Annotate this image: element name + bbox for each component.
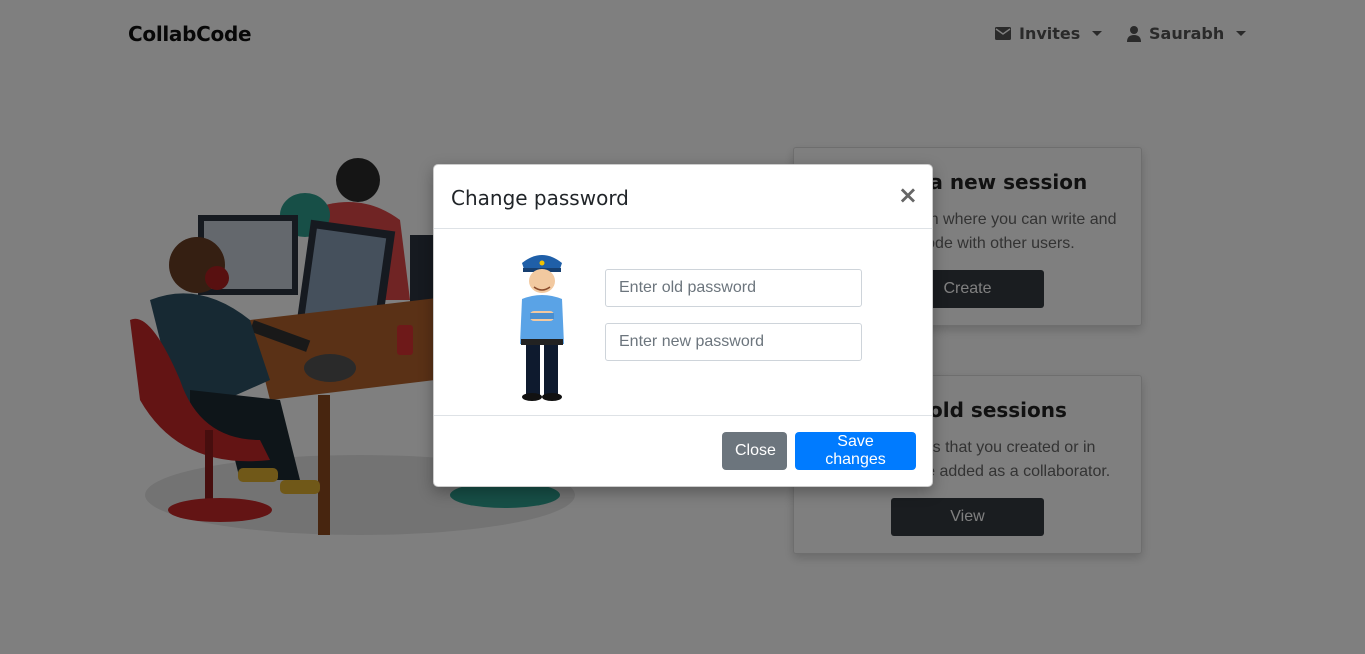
police-officer-illustration — [520, 255, 564, 401]
close-icon[interactable]: × — [898, 183, 918, 207]
modal-header: Change password × — [434, 165, 932, 229]
modal-body — [434, 229, 932, 416]
change-password-modal: Change password × Close Save changes — [433, 164, 933, 487]
old-password-input[interactable] — [605, 269, 862, 307]
close-button[interactable]: Close — [722, 432, 787, 470]
modal-title: Change password — [451, 186, 629, 210]
new-password-input[interactable] — [605, 323, 862, 361]
modal-footer: Close Save changes — [434, 416, 932, 486]
save-changes-button[interactable]: Save changes — [795, 432, 916, 470]
